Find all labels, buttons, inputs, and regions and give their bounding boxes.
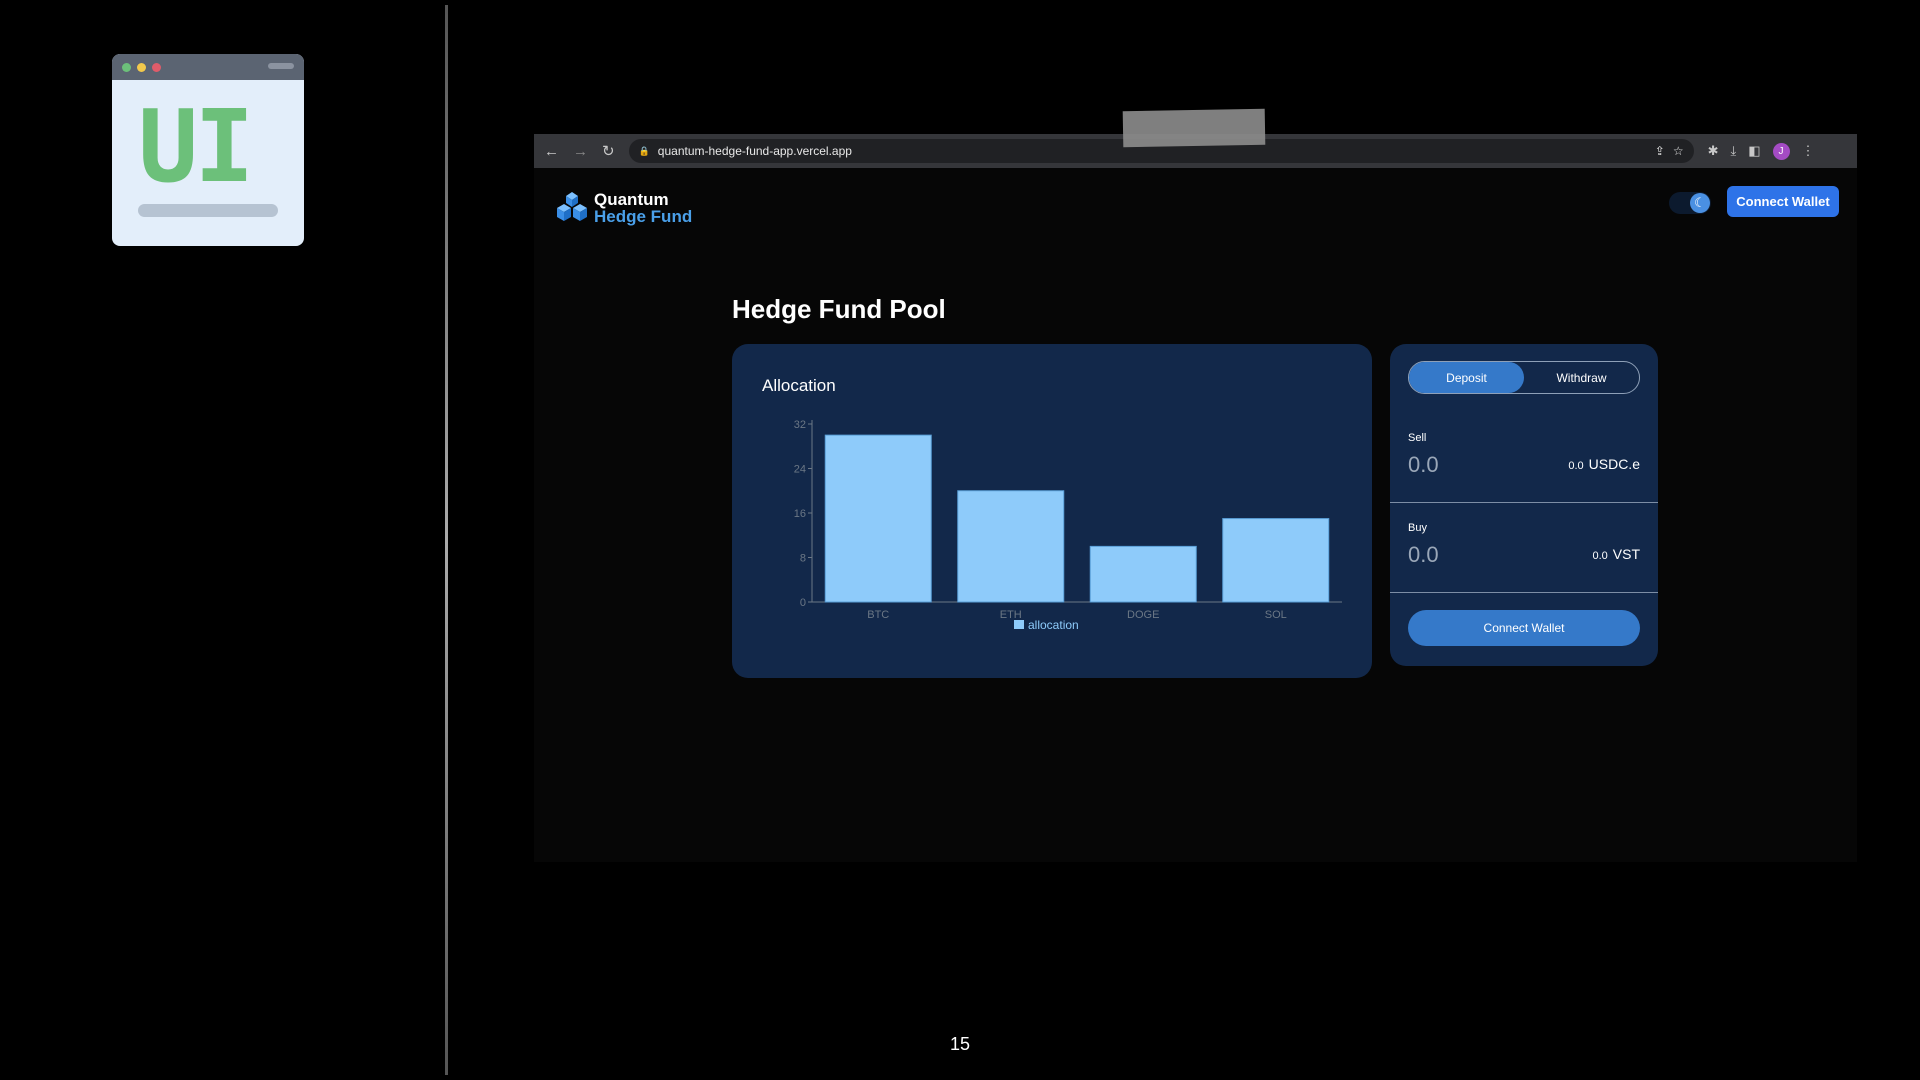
- cubes-logo-icon: [557, 192, 587, 221]
- back-icon[interactable]: ←: [544, 143, 559, 160]
- sell-token-symbol: USDC.e: [1588, 456, 1640, 472]
- tab-deposit[interactable]: Deposit: [1409, 362, 1524, 393]
- star-icon[interactable]: ☆: [1673, 144, 1684, 158]
- header-connect-wallet-button[interactable]: Connect Wallet: [1727, 186, 1839, 217]
- logo[interactable]: Quantum Hedge Fund: [554, 190, 692, 226]
- browser-window: ← → ↻ 🔒 quantum-hedge-fund-app.vercel.ap…: [534, 134, 1857, 862]
- allocation-chart-card: Allocation 0 8 16 24 32 BTC ETH DOGE SOL allocati…: [732, 344, 1372, 678]
- deposit-withdraw-tabs: Deposit Withdraw: [1408, 361, 1640, 394]
- sell-balance: 0.0: [1568, 460, 1584, 472]
- y-tick-label: 32: [794, 419, 806, 431]
- divider: [1390, 502, 1658, 503]
- sell-label: Sell: [1408, 432, 1427, 444]
- bar-eth: [957, 490, 1065, 603]
- lock-icon: 🔒: [638, 145, 650, 156]
- bar-doge: [1089, 545, 1197, 603]
- vertical-divider: [445, 5, 448, 1075]
- swap-connect-wallet-button[interactable]: Connect Wallet: [1408, 610, 1640, 646]
- forward-icon[interactable]: →: [573, 143, 588, 160]
- page-number: 15: [950, 1034, 971, 1054]
- buy-token: 0.0 VST: [1592, 546, 1640, 562]
- menu-icon[interactable]: ⋮: [1802, 143, 1815, 159]
- y-tick-label: 16: [794, 508, 806, 520]
- y-tick-label: 24: [794, 464, 806, 476]
- download-icon[interactable]: ⤓: [1730, 143, 1736, 159]
- buy-label: Buy: [1408, 522, 1427, 534]
- buy-token-symbol: VST: [1612, 546, 1640, 562]
- divider: [1390, 592, 1658, 593]
- sidebar-icon[interactable]: ◧: [1748, 143, 1760, 159]
- legend-swatch: [1014, 620, 1024, 629]
- extensions-icon[interactable]: ✱: [1708, 143, 1719, 159]
- tape-decoration: [1122, 108, 1266, 148]
- swap-card: Deposit Withdraw Sell 0.0 0.0 USDC.e Buy …: [1390, 344, 1658, 666]
- moon-icon: ☾: [1690, 193, 1710, 213]
- reload-icon[interactable]: ↻: [602, 142, 615, 160]
- theme-toggle[interactable]: ☾: [1669, 192, 1711, 214]
- x-tick-label: DOGE: [1127, 609, 1159, 621]
- page-title: Hedge Fund Pool: [732, 294, 946, 324]
- sell-amount-input[interactable]: 0.0: [1408, 452, 1439, 478]
- logo-line1: Quantum: [594, 189, 669, 209]
- x-tick-label: SOL: [1265, 609, 1287, 621]
- tab-withdraw[interactable]: Withdraw: [1524, 362, 1639, 393]
- url-text: quantum-hedge-fund-app.vercel.app: [657, 144, 852, 158]
- y-tick-label: 8: [800, 553, 806, 565]
- allocation-bar-chart: 0 8 16 24 32 BTC ETH DOGE SOL allocation: [794, 419, 1342, 632]
- x-tick-label: ETH: [1000, 609, 1022, 621]
- y-tick-label: 0: [800, 597, 806, 609]
- ui-slide-icon: UI: [112, 54, 304, 246]
- sell-token: 0.0 USDC.e: [1568, 456, 1640, 472]
- buy-amount-input[interactable]: 0.0: [1408, 542, 1439, 568]
- buy-balance: 0.0: [1592, 550, 1608, 562]
- bar-btc: [824, 434, 932, 603]
- ui-icon-text: UI: [138, 88, 254, 205]
- logo-line2: Hedge Fund: [594, 206, 693, 226]
- bar-sol: [1222, 518, 1330, 603]
- x-tick-label: BTC: [867, 609, 889, 621]
- page: Quantum Hedge Fund ☾ Connect Wallet Hedge…: [534, 168, 1857, 862]
- legend-label: allocation: [1028, 618, 1079, 632]
- profile-avatar[interactable]: J: [1772, 142, 1790, 160]
- share-icon[interactable]: ⇪: [1655, 144, 1665, 158]
